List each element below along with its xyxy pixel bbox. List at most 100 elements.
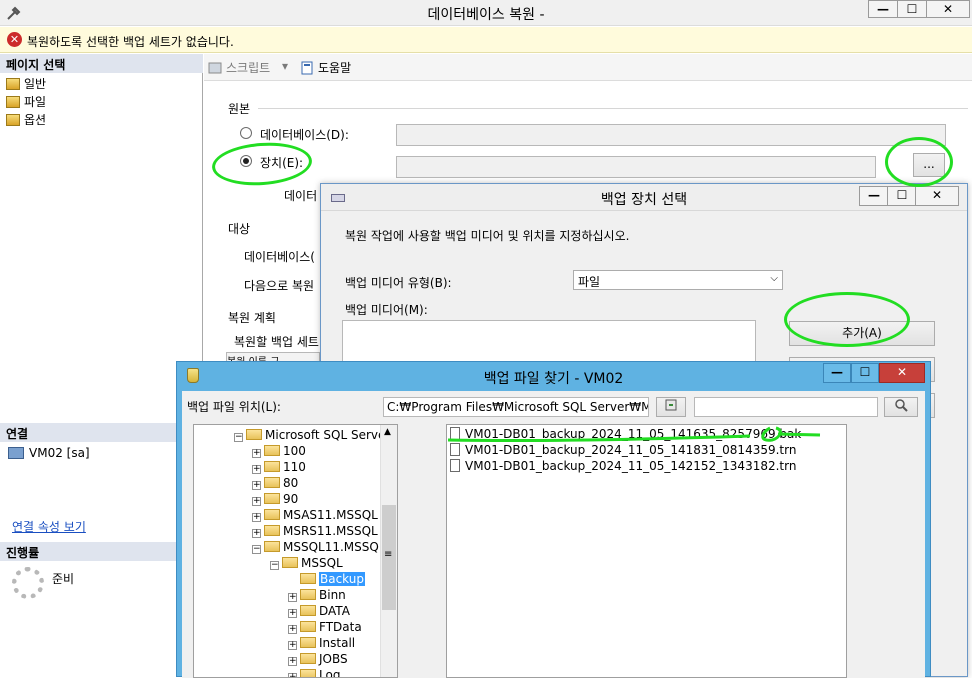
tree-node-label: Install — [319, 636, 356, 650]
tree-node[interactable]: + JOBS — [288, 652, 348, 668]
expand-toggle[interactable]: + — [252, 513, 261, 522]
minimize-button[interactable]: — — [868, 0, 898, 18]
tree-node-selected[interactable]: Backup — [300, 572, 365, 588]
tree-node[interactable]: + Binn — [288, 588, 346, 604]
close-button[interactable]: ✕ — [926, 0, 970, 18]
annotation-circle-browse — [885, 137, 953, 187]
help-button[interactable]: 도움말 — [300, 59, 351, 76]
page-item-files[interactable]: 파일 — [6, 93, 46, 111]
tree-node-label: DATA — [319, 604, 350, 618]
file-search-input[interactable] — [694, 397, 878, 417]
tree-node[interactable]: − MSSQL — [270, 556, 343, 572]
destination-group-label: 대상 — [228, 222, 251, 236]
scroll-up-icon[interactable]: ▲ — [384, 427, 391, 437]
progress-header: 진행률 — [0, 542, 203, 561]
window-title: 데이터베이스 복원 - — [427, 7, 545, 23]
source-database-combo[interactable] — [396, 124, 946, 146]
file-dialog-title: 백업 파일 찾기 - VM02 — [483, 371, 624, 387]
error-icon: ✕ — [7, 32, 22, 47]
expand-toggle[interactable]: + — [252, 497, 261, 506]
folder-icon — [264, 509, 280, 520]
toolbar: 스크립트 ▾ 도움말 — [204, 54, 972, 81]
tree-node-label: MSSQL11.MSSQ — [283, 540, 379, 554]
script-dropdown-arrow[interactable]: ▾ — [282, 59, 288, 73]
folder-icon — [264, 461, 280, 472]
expand-toggle[interactable]: − — [234, 433, 243, 442]
folder-icon — [264, 477, 280, 488]
tree-node-label: JOBS — [319, 652, 348, 666]
tree-node[interactable]: +110 — [252, 460, 306, 476]
tree-node[interactable]: +80 — [252, 476, 298, 492]
page-icon — [6, 78, 20, 90]
expand-toggle[interactable]: + — [252, 529, 261, 538]
help-label: 도움말 — [318, 61, 352, 75]
expand-toggle[interactable]: + — [288, 673, 297, 677]
tree-node-label: Backup — [319, 572, 365, 586]
tree-node[interactable]: + DATA — [288, 604, 350, 620]
tree-node[interactable]: + MSRS11.MSSQL — [252, 524, 378, 540]
view-connection-properties-link[interactable]: 연결 속성 보기 — [12, 518, 86, 535]
maximize-button[interactable]: ☐ — [897, 0, 927, 18]
error-message: 복원하도록 선택한 백업 세트가 없습니다. — [27, 35, 234, 49]
page-item-options[interactable]: 옵션 — [6, 111, 46, 129]
file-close-button[interactable]: ✕ — [879, 363, 925, 383]
locate-backup-file-dialog: 백업 파일 찾기 - VM02 — ☐ ✕ 백업 파일 위치(L): C:₩Pr… — [176, 361, 931, 678]
file-maximize-button[interactable]: ☐ — [851, 363, 879, 383]
expand-toggle[interactable]: + — [252, 465, 261, 474]
expand-toggle[interactable]: + — [288, 593, 297, 602]
refresh-icon — [664, 399, 678, 415]
expand-toggle[interactable]: + — [288, 625, 297, 634]
tree-node[interactable]: +100 — [252, 444, 306, 460]
tree-node-label: 80 — [283, 476, 299, 490]
folder-icon — [300, 653, 316, 664]
file-minimize-button[interactable]: — — [823, 363, 851, 383]
device-close-button[interactable]: ✕ — [915, 186, 959, 206]
tree-node[interactable]: − MSSQL11.MSSQ — [252, 540, 379, 556]
database-radio[interactable] — [240, 127, 252, 139]
media-type-label: 백업 미디어 유형(B): — [345, 276, 452, 290]
error-bar: ✕ 복원하도록 선택한 백업 세트가 없습니다. — [0, 27, 972, 53]
page-icon — [6, 96, 20, 108]
file-list[interactable]: VM01-DB01_backup_2024_11_05_141635_82579… — [446, 424, 847, 678]
refresh-button[interactable] — [656, 397, 686, 417]
main-title-bar: 데이터베이스 복원 - — ☐ ✕ — [0, 0, 972, 26]
media-type-select[interactable]: 파일 ⌵ — [573, 270, 783, 290]
connection-header: 연결 — [0, 423, 203, 442]
search-button[interactable] — [884, 397, 918, 417]
device-maximize-button[interactable]: ☐ — [887, 186, 917, 206]
tree-node-label: 100 — [283, 444, 306, 458]
expand-toggle[interactable]: + — [288, 641, 297, 650]
destination-database-label: 데이터베이스( — [244, 250, 315, 264]
expand-toggle[interactable]: + — [288, 657, 297, 666]
folder-icon — [264, 525, 280, 536]
tree-node[interactable]: − Microsoft SQL Serve — [234, 428, 385, 444]
tree-node-label: Microsoft SQL Serve — [265, 428, 386, 442]
page-label: 파일 — [24, 95, 47, 109]
folder-icon — [282, 557, 298, 568]
folder-icon — [264, 445, 280, 456]
device-path-field[interactable] — [396, 156, 876, 178]
folder-tree[interactable]: − Microsoft SQL Serve +100 +110 +80 +90 +… — [193, 424, 398, 678]
script-button[interactable]: 스크립트 — [208, 59, 270, 76]
expand-toggle[interactable]: + — [252, 449, 261, 458]
device-minimize-button[interactable]: — — [859, 186, 889, 206]
restore-plan-label: 복원 계획 — [228, 311, 276, 325]
backup-location-field[interactable]: C:₩Program Files₩Microsoft SQL Server₩MS — [383, 397, 649, 417]
expand-toggle[interactable]: − — [252, 545, 261, 554]
tree-node[interactable]: +90 — [252, 492, 298, 508]
tree-node[interactable]: + Install — [288, 636, 355, 652]
tree-node[interactable]: + MSAS11.MSSQL — [252, 508, 378, 524]
expand-toggle[interactable]: + — [288, 609, 297, 618]
tree-node[interactable]: + FTData — [288, 620, 362, 636]
page-item-general[interactable]: 일반 — [6, 75, 46, 93]
expand-toggle[interactable]: + — [252, 481, 261, 490]
tree-node-label: MSAS11.MSSQL — [283, 508, 378, 522]
annotation-circle-device — [210, 139, 314, 189]
folder-icon — [264, 493, 280, 504]
page-icon — [6, 114, 20, 126]
tree-scrollbar[interactable]: ▲ ≡ — [380, 425, 397, 677]
folder-icon — [300, 605, 316, 616]
tree-node-label: 110 — [283, 460, 306, 474]
file-item[interactable]: VM01-DB01_backup_2024_11_05_142152_13431… — [450, 459, 796, 475]
expand-toggle[interactable]: − — [270, 561, 279, 570]
